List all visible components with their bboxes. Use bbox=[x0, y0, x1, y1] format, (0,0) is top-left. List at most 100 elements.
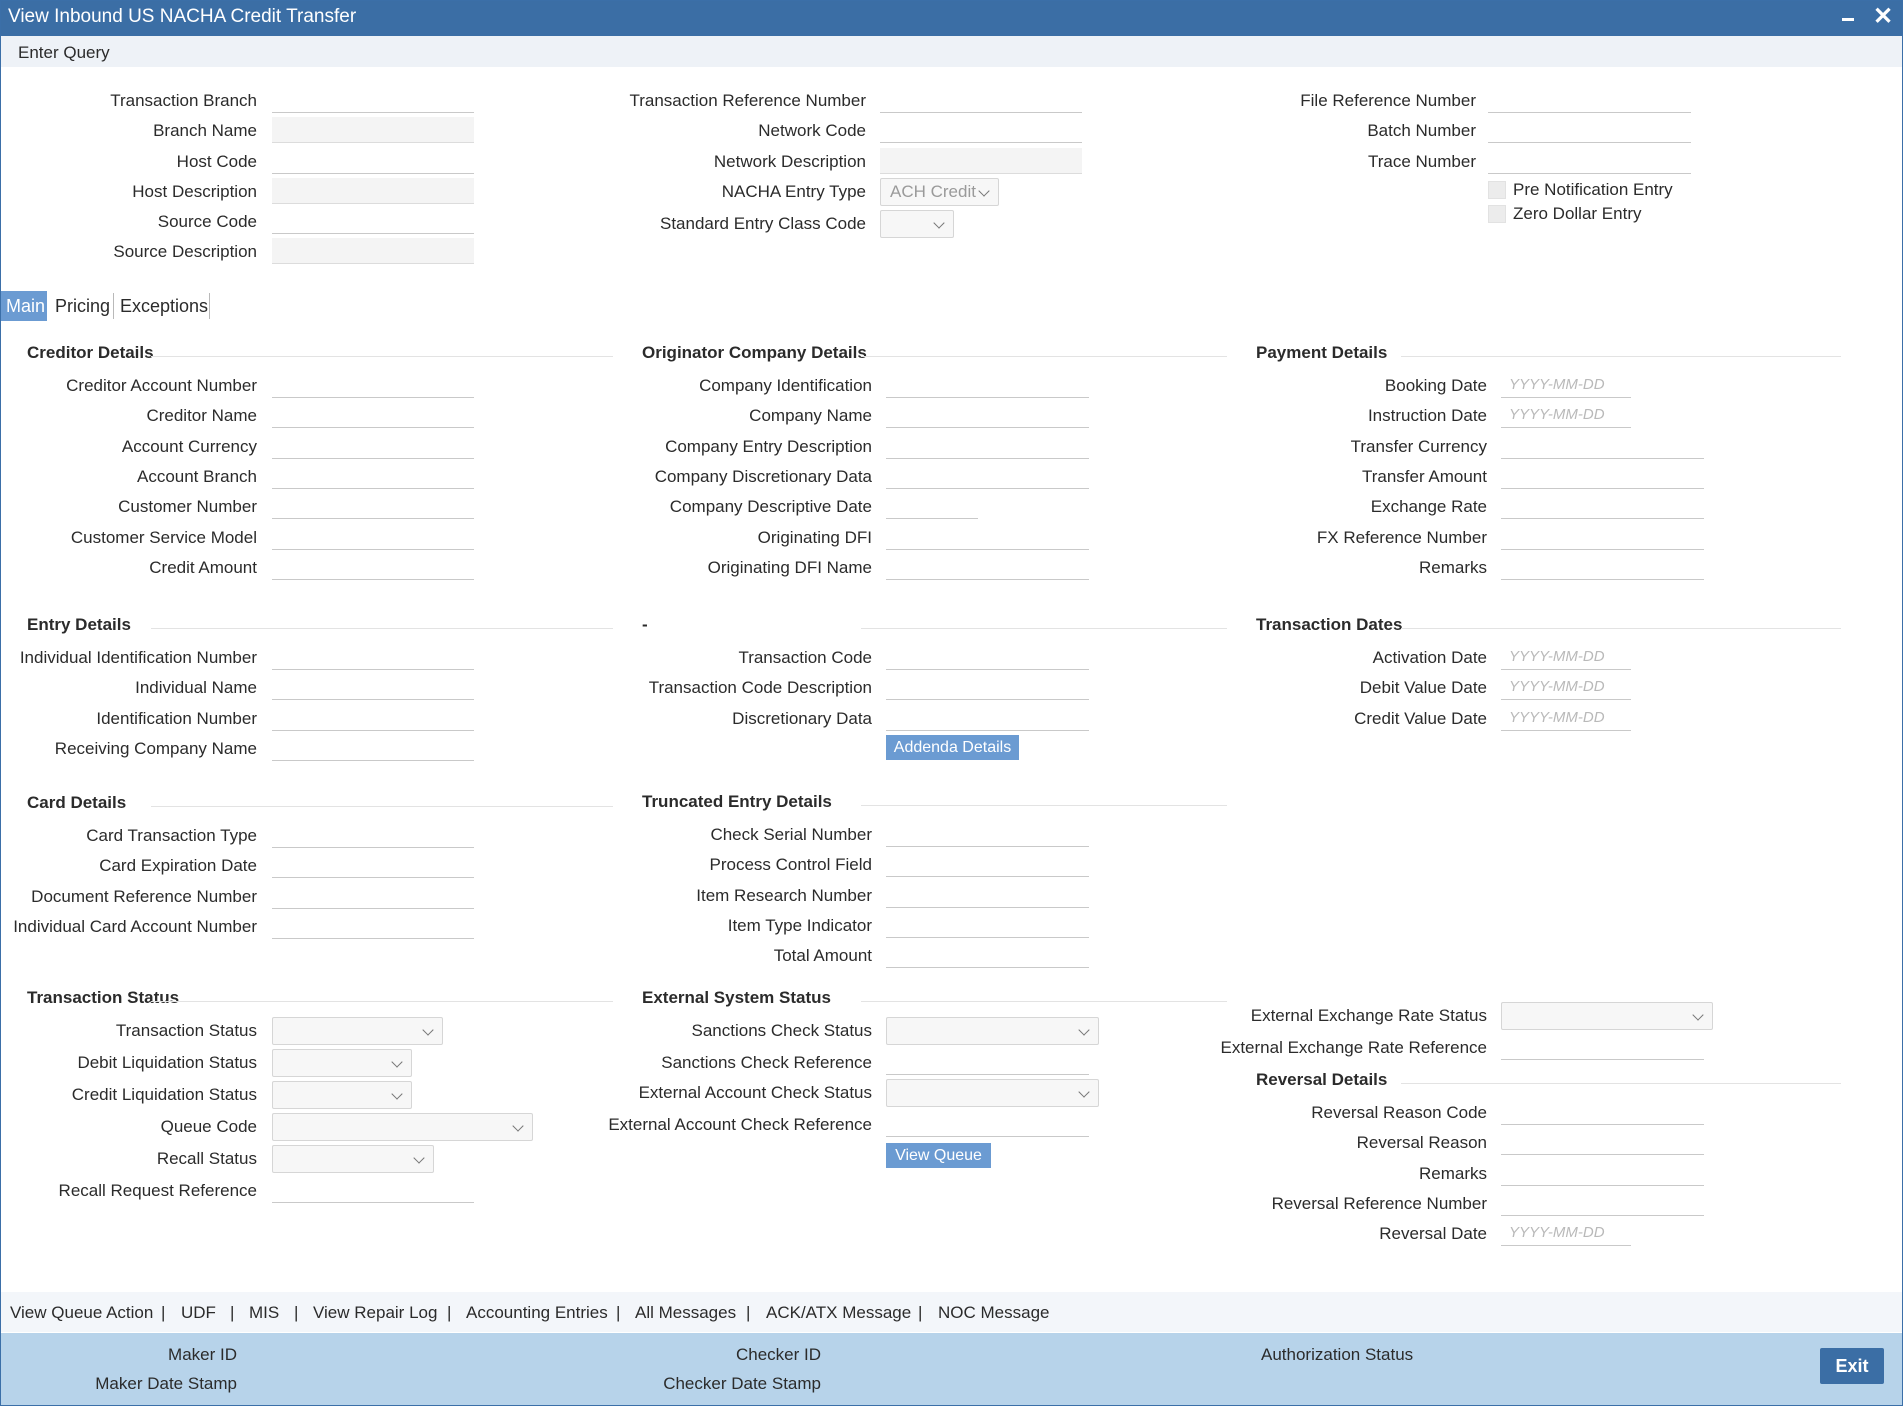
network-description-field bbox=[880, 148, 1082, 174]
link-accounting-entries[interactable]: Accounting Entries bbox=[466, 1303, 608, 1323]
exchange-rate-field[interactable] bbox=[1501, 493, 1704, 520]
label-authorization-status: Authorization Status bbox=[1261, 1345, 1414, 1364]
company-name-field[interactable] bbox=[886, 402, 1089, 429]
activation-date-field[interactable]: YYYY-MM-DD bbox=[1501, 644, 1631, 670]
company-descriptive-date-field[interactable] bbox=[886, 493, 978, 520]
label-pre-notification-entry: Pre Notification Entry bbox=[1513, 180, 1673, 199]
network-code-field[interactable] bbox=[880, 117, 1082, 143]
check-serial-number-field[interactable] bbox=[886, 821, 1089, 847]
debit-value-date-field[interactable]: YYYY-MM-DD bbox=[1501, 674, 1631, 701]
reversal-reason-field[interactable] bbox=[1501, 1129, 1704, 1155]
fx-reference-number-field[interactable] bbox=[1501, 524, 1704, 550]
pre-notification-entry-checkbox[interactable] bbox=[1488, 181, 1506, 199]
label-reversal-reference-number: Reversal Reference Number bbox=[1271, 1194, 1487, 1213]
label-batch-number: Batch Number bbox=[1367, 121, 1476, 140]
transaction-reference-number-field[interactable] bbox=[880, 87, 1082, 113]
link-noc-message[interactable]: NOC Message bbox=[938, 1303, 1049, 1323]
chevron-down-icon bbox=[391, 1082, 405, 1108]
external-account-check-reference-field[interactable] bbox=[886, 1111, 1089, 1137]
transaction-status-select[interactable] bbox=[272, 1017, 443, 1045]
transaction-branch-field[interactable] bbox=[272, 87, 474, 113]
originating-dfi-name-field[interactable] bbox=[886, 554, 1089, 580]
process-control-field-field[interactable] bbox=[886, 851, 1089, 878]
enter-query-button[interactable]: Enter Query bbox=[18, 43, 110, 63]
view-queue-button[interactable]: View Queue bbox=[886, 1143, 991, 1168]
trace-number-field[interactable] bbox=[1488, 148, 1691, 174]
external-exchange-rate-status-select[interactable] bbox=[1501, 1002, 1713, 1030]
individual-card-account-number-field[interactable] bbox=[272, 913, 474, 939]
transaction-code-field[interactable] bbox=[886, 644, 1089, 670]
label-standard-entry-class-code: Standard Entry Class Code bbox=[660, 214, 866, 233]
transfer-amount-field[interactable] bbox=[1501, 463, 1704, 489]
identification-number-field[interactable] bbox=[272, 705, 474, 731]
sanctions-check-reference-field[interactable] bbox=[886, 1049, 1089, 1075]
link-view-queue-action[interactable]: View Queue Action bbox=[10, 1303, 153, 1323]
card-expiration-date-field[interactable] bbox=[272, 852, 474, 879]
account-currency-field[interactable] bbox=[272, 433, 474, 459]
account-branch-field[interactable] bbox=[272, 463, 474, 489]
label-company-discretionary-data: Company Discretionary Data bbox=[654, 466, 872, 486]
nacha-entry-type-select[interactable]: ACH Credit bbox=[880, 178, 999, 206]
company-discretionary-data-field[interactable] bbox=[886, 463, 1089, 489]
link-separator: | bbox=[230, 1303, 235, 1322]
recall-status-select[interactable] bbox=[272, 1145, 434, 1173]
close-icon[interactable]: ✕ bbox=[1871, 4, 1895, 30]
card-transaction-type-field[interactable] bbox=[272, 822, 474, 848]
sanctions-check-status-select[interactable] bbox=[886, 1017, 1099, 1045]
transaction-code-description-field[interactable] bbox=[886, 674, 1089, 701]
item-research-number-field[interactable] bbox=[886, 882, 1089, 908]
link-all-messages[interactable]: All Messages bbox=[635, 1303, 736, 1323]
chevron-down-icon bbox=[933, 211, 947, 237]
batch-number-field[interactable] bbox=[1488, 117, 1691, 143]
instruction-date-field[interactable]: YYYY-MM-DD bbox=[1501, 402, 1631, 429]
customer-service-model-field[interactable] bbox=[272, 524, 474, 550]
originating-dfi-field[interactable] bbox=[886, 524, 1089, 550]
exit-button[interactable]: Exit bbox=[1820, 1348, 1884, 1384]
customer-number-field[interactable] bbox=[272, 493, 474, 520]
company-identification-field[interactable] bbox=[886, 372, 1089, 398]
host-code-field[interactable] bbox=[272, 148, 474, 174]
reversal-date-field[interactable]: YYYY-MM-DD bbox=[1501, 1220, 1631, 1246]
external-exchange-rate-reference-field[interactable] bbox=[1501, 1034, 1704, 1060]
remarks-field[interactable] bbox=[1501, 1160, 1704, 1186]
debit-liquidation-status-select[interactable] bbox=[272, 1049, 412, 1077]
document-reference-number-field[interactable] bbox=[272, 883, 474, 909]
company-entry-description-field[interactable] bbox=[886, 433, 1089, 459]
section-divider bbox=[151, 806, 613, 807]
reversal-reason-code-field[interactable] bbox=[1501, 1099, 1704, 1125]
individual-name-field[interactable] bbox=[272, 674, 474, 701]
section-title-external-status: External System Status bbox=[642, 988, 831, 1007]
receiving-company-name-field[interactable] bbox=[272, 735, 474, 761]
tab-main[interactable]: Main bbox=[1, 291, 47, 321]
creditor-name-field[interactable] bbox=[272, 402, 474, 429]
tab-pricing[interactable]: Pricing bbox=[50, 291, 115, 321]
standard-entry-class-code-select[interactable] bbox=[880, 210, 954, 238]
booking-date-field[interactable]: YYYY-MM-DD bbox=[1501, 372, 1631, 398]
item-type-indicator-field[interactable] bbox=[886, 912, 1089, 938]
transfer-currency-field[interactable] bbox=[1501, 433, 1704, 459]
reversal-reference-number-field[interactable] bbox=[1501, 1190, 1704, 1216]
nacha-entry-type-value: ACH Credit bbox=[890, 182, 976, 201]
link-mis[interactable]: MIS bbox=[249, 1303, 279, 1323]
link-udf[interactable]: UDF bbox=[181, 1303, 216, 1323]
remarks-field[interactable] bbox=[1501, 554, 1704, 580]
discretionary-data-field[interactable] bbox=[886, 705, 1089, 731]
link-view-repair-log[interactable]: View Repair Log bbox=[313, 1303, 437, 1323]
credit-value-date-field[interactable]: YYYY-MM-DD bbox=[1501, 705, 1631, 731]
credit-amount-field[interactable] bbox=[272, 554, 474, 580]
credit-liquidation-status-select[interactable] bbox=[272, 1081, 412, 1109]
source-code-field[interactable] bbox=[272, 208, 474, 234]
total-amount-field[interactable] bbox=[886, 942, 1089, 969]
external-account-check-status-select[interactable] bbox=[886, 1079, 1099, 1107]
creditor-account-number-field[interactable] bbox=[272, 372, 474, 398]
minimize-icon[interactable] bbox=[1836, 4, 1860, 30]
file-reference-number-field[interactable] bbox=[1488, 87, 1691, 113]
zero-dollar-entry-checkbox[interactable] bbox=[1488, 205, 1506, 223]
action-links-bar: View Queue Action | UDF | MIS | View Rep… bbox=[1, 1292, 1902, 1332]
tab-exceptions[interactable]: Exceptions bbox=[115, 291, 213, 321]
link-ack-atx-message[interactable]: ACK/ATX Message bbox=[766, 1303, 911, 1323]
link-separator: | bbox=[616, 1303, 621, 1322]
addenda-details-button[interactable]: Addenda Details bbox=[886, 735, 1019, 760]
recall-request-reference-field[interactable] bbox=[272, 1177, 474, 1203]
individual-identification-number-field[interactable] bbox=[272, 644, 474, 670]
